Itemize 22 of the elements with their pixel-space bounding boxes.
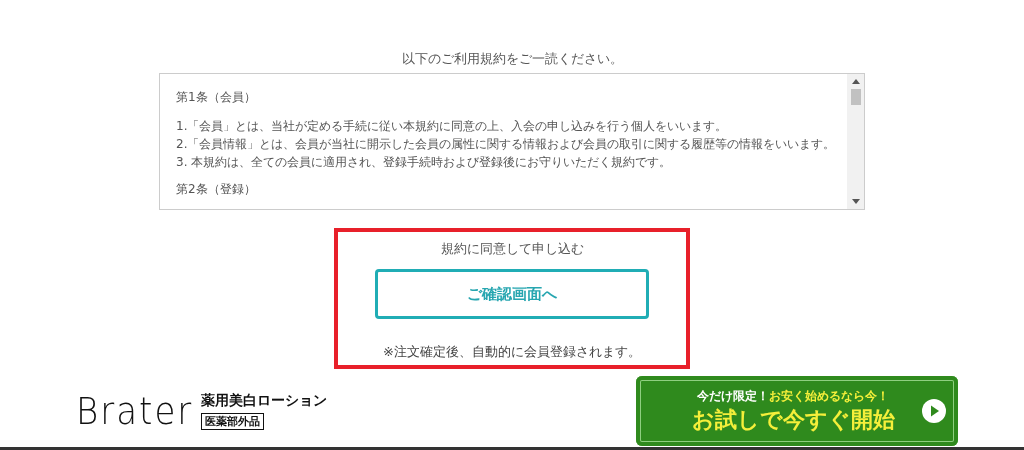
play-icon xyxy=(922,399,946,424)
terms-clause: 2.「会員情報」とは、会員が当社に開示した会員の属性に関する情報および会員の取引に関する履歴等の情報をいいます。 xyxy=(176,136,835,153)
scroll-thumb[interactable] xyxy=(850,89,861,105)
registration-note: ※注文確定後、自動的に会員登録されます。 xyxy=(383,342,641,361)
quasi-drug-label: 医薬部外品 xyxy=(201,413,265,431)
agree-label: 規約に同意して申し込む xyxy=(440,240,584,258)
product-name: 薬用美白ローション xyxy=(201,392,328,411)
scrollbar[interactable] xyxy=(847,74,864,209)
article-heading: 第1条（会員） xyxy=(176,89,257,105)
article-heading: 第2条（登録） xyxy=(176,181,257,197)
terms-clause: 1.「会員」とは、当社が定める手続に従い本規約に同意の上、入会の申し込みを行う個人をいいます。 xyxy=(176,118,729,135)
banner-cta: お試しで今すぐ開始 xyxy=(691,405,895,434)
banner-lead: 今だけ限定！ xyxy=(697,388,769,403)
brand-logo: Brater xyxy=(76,389,194,434)
trial-banner[interactable]: 今だけ限定！お安く始めるなら今！ お試しで今すぐ開始 xyxy=(636,376,958,447)
confirm-button[interactable]: ご確認画面へ xyxy=(375,269,649,319)
terms-box[interactable]: 第1条（会員） 1.「会員」とは、当社が定める手続に従い本規約に同意の上、入会の申し込みを行う個人をいいます。 2.「会員情報」とは、会員が当社に開示した会員の属性に関する情報および会員の取引に関する履歴等の情報をいいます。 3. 本規約は、全ての会員に適用され、登録手続時および登録後にお守りいただく規約です。 第2条（登録） xyxy=(159,73,865,210)
scroll-up-icon[interactable] xyxy=(851,79,860,84)
banner-highlight: お安く始めるなら今！ xyxy=(769,388,889,403)
scroll-down-icon[interactable] xyxy=(851,199,860,204)
terms-clause: 3. 本規約は、全ての会員に適用され、登録手続時および登録後にお守りいただく規約です。 xyxy=(176,154,673,171)
terms-instruction: 以下のご利用規約をご一読ください。 xyxy=(401,50,623,68)
